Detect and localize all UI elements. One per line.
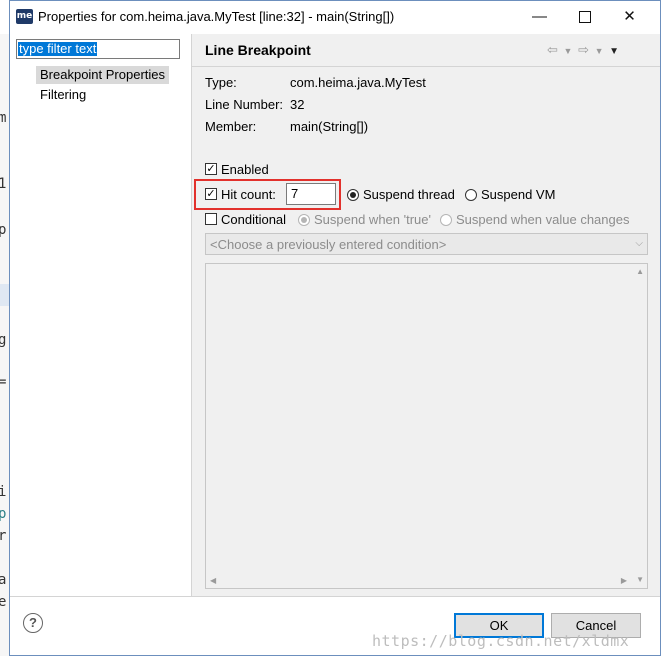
navigation-pane: type filter text Breakpoint Properties F… bbox=[10, 34, 192, 596]
minimize-button[interactable]: — bbox=[517, 1, 562, 33]
history-nav: ⇦ ▼ ⇨ ▼ ▼ bbox=[547, 42, 620, 58]
header-separator bbox=[192, 66, 660, 67]
forward-icon[interactable]: ⇨ bbox=[578, 42, 590, 57]
enabled-label: Enabled bbox=[221, 162, 269, 177]
forward-dropdown-icon[interactable]: ▼ bbox=[595, 46, 605, 56]
type-value: com.heima.java.MyTest bbox=[290, 75, 426, 90]
close-button[interactable]: ✕ bbox=[607, 1, 652, 33]
watermark: https://blog.csdn.net/xldmx bbox=[372, 632, 630, 650]
title-bar: me Properties for com.heima.java.MyTest … bbox=[10, 1, 660, 33]
check-icon: ✓ bbox=[206, 163, 216, 175]
properties-pane: Line Breakpoint ⇦ ▼ ⇨ ▼ ▼ Type: com.heim… bbox=[192, 34, 660, 596]
suspend-when-true-label: Suspend when 'true' bbox=[314, 212, 431, 227]
minimize-icon: — bbox=[532, 8, 547, 25]
scroll-left-icon[interactable]: ◀ bbox=[210, 576, 216, 585]
scroll-down-icon[interactable]: ▼ bbox=[636, 575, 644, 584]
member-label: Member: bbox=[205, 119, 257, 134]
suspend-when-true-radio[interactable] bbox=[298, 214, 310, 226]
maximize-icon bbox=[578, 11, 591, 24]
highlight-box bbox=[194, 179, 341, 210]
maximize-button[interactable] bbox=[562, 1, 607, 33]
line-number-label: Line Number: bbox=[205, 97, 284, 112]
conditional-label: Conditional bbox=[221, 212, 287, 227]
app-icon: me bbox=[16, 9, 33, 24]
section-title: Line Breakpoint bbox=[205, 42, 311, 58]
condition-combo-text: <Choose a previously entered condition> bbox=[210, 237, 447, 252]
suspend-vm-label: Suspend VM bbox=[481, 187, 556, 202]
window-title: Properties for com.heima.java.MyTest [li… bbox=[38, 9, 395, 24]
conditional-checkbox[interactable] bbox=[205, 213, 217, 225]
back-icon[interactable]: ⇦ bbox=[547, 42, 559, 57]
condition-combo[interactable]: <Choose a previously entered condition> … bbox=[205, 233, 648, 255]
scroll-up-icon[interactable]: ▲ bbox=[636, 267, 644, 276]
help-icon: ? bbox=[29, 615, 37, 630]
filter-text: type filter text bbox=[18, 41, 98, 56]
type-label: Type: bbox=[205, 75, 237, 90]
suspend-when-changes-radio[interactable] bbox=[440, 214, 452, 226]
suspend-thread-label: Suspend thread bbox=[363, 187, 455, 202]
back-dropdown-icon[interactable]: ▼ bbox=[564, 46, 574, 56]
nav-item-filtering[interactable]: Filtering bbox=[36, 86, 90, 104]
scroll-right-icon[interactable]: ▶ bbox=[621, 576, 627, 585]
filter-input[interactable]: type filter text bbox=[16, 39, 180, 59]
close-icon: ✕ bbox=[623, 8, 636, 25]
suspend-thread-radio[interactable] bbox=[347, 189, 359, 201]
condition-editor[interactable]: ▲ ▼ ◀ ▶ bbox=[205, 263, 648, 589]
bottom-separator bbox=[10, 596, 660, 597]
help-button[interactable]: ? bbox=[23, 613, 43, 633]
view-menu-icon[interactable]: ▼ bbox=[609, 46, 620, 57]
member-value: main(String[]) bbox=[290, 119, 369, 134]
chevron-down-icon: ⌵ bbox=[635, 238, 643, 249]
line-number-value: 32 bbox=[290, 97, 305, 112]
suspend-vm-radio[interactable] bbox=[465, 189, 477, 201]
enabled-checkbox[interactable]: ✓ bbox=[205, 163, 217, 175]
properties-dialog: me Properties for com.heima.java.MyTest … bbox=[9, 0, 661, 656]
nav-item-breakpoint-properties[interactable]: Breakpoint Properties bbox=[36, 66, 170, 84]
suspend-when-changes-label: Suspend when value changes bbox=[456, 212, 630, 227]
